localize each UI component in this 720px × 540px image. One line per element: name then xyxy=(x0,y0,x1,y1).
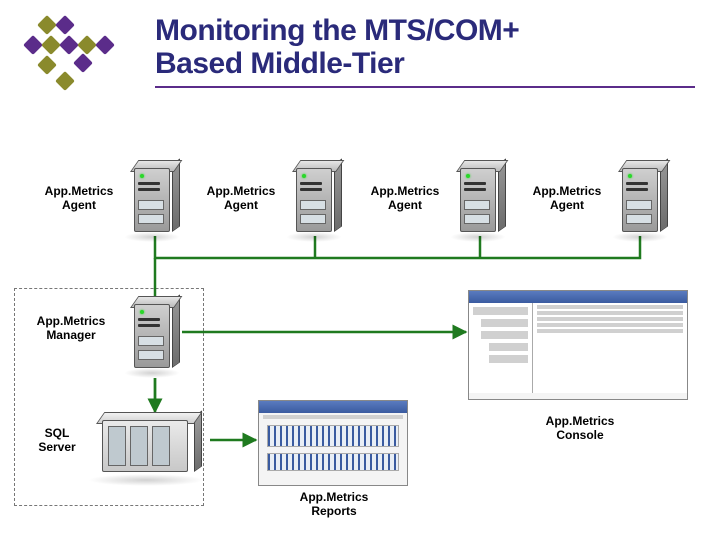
agent-server-2 xyxy=(292,160,336,238)
agent-server-1 xyxy=(130,160,174,238)
manager-server xyxy=(130,296,174,374)
console-label: App.MetricsConsole xyxy=(530,414,630,443)
agent-server-3 xyxy=(456,160,500,238)
agent-1-label: App.MetricsAgent xyxy=(34,184,124,213)
title-line-1: Monitoring the MTS/COM+ xyxy=(155,14,519,47)
manager-label: App.MetricsManager xyxy=(26,314,116,343)
sql-server xyxy=(96,412,196,482)
agent-server-4 xyxy=(618,160,662,238)
reports-label: App.MetricsReports xyxy=(286,490,382,519)
slide-title-block: Monitoring the MTS/COM+ Based Middle-Tie… xyxy=(155,14,700,88)
title-line-2: Based Middle-Tier xyxy=(155,47,404,80)
agent-3-label: App.MetricsAgent xyxy=(360,184,450,213)
slide-title: Monitoring the MTS/COM+ Based Middle-Tie… xyxy=(155,14,700,80)
title-underline xyxy=(155,86,695,88)
sql-label: SQLServer xyxy=(22,426,92,455)
agent-2-label: App.MetricsAgent xyxy=(196,184,286,213)
agent-4-label: App.MetricsAgent xyxy=(522,184,612,213)
reports-window xyxy=(258,400,408,486)
console-window xyxy=(468,290,688,400)
corner-logo xyxy=(20,18,140,90)
